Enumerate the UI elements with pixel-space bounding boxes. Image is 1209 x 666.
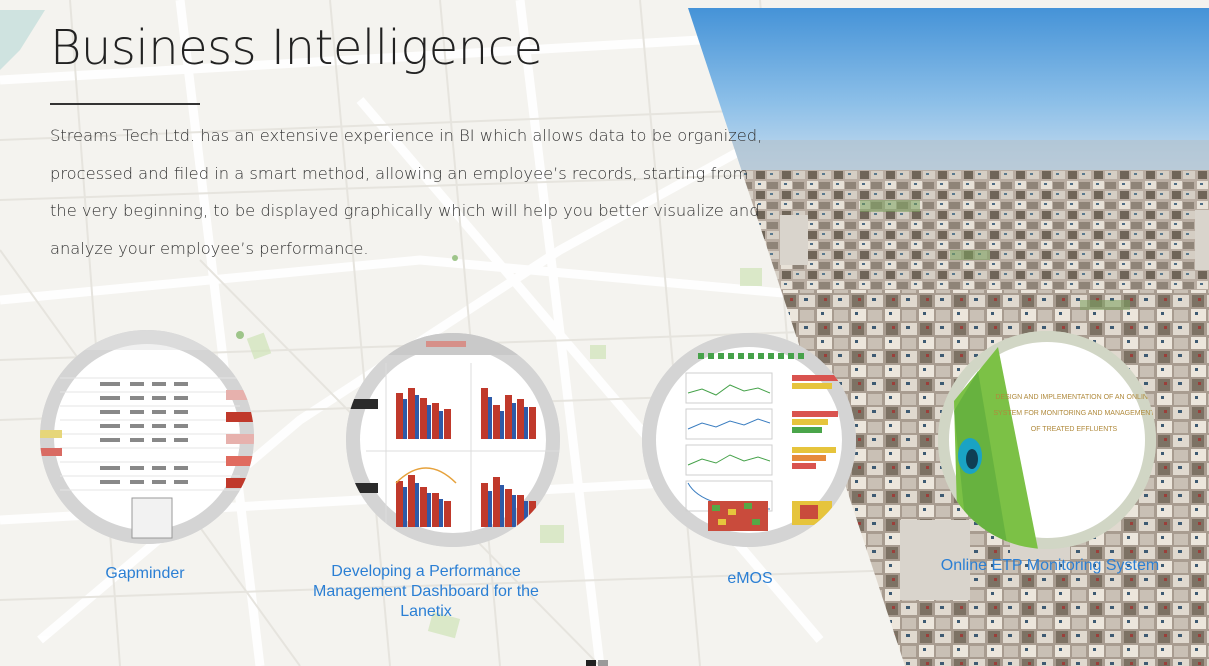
project-link-emos[interactable]: eMOS: [690, 569, 810, 589]
etp-monitoring-thumbnail[interactable]: DESIGN AND IMPLEMENTATION OF AN ONLINE S…: [938, 331, 1156, 549]
slider-pager-dot[interactable]: [598, 660, 608, 666]
svg-text:DESIGN AND IMPLEMENTATION OF A: DESIGN AND IMPLEMENTATION OF AN ONLINE: [995, 394, 1153, 401]
page-title: Business Intelligence: [50, 20, 543, 76]
section-description: Streams Tech Ltd. has an extensive exper…: [50, 126, 763, 258]
project-link-performance-dashboard[interactable]: Developing a Performance Management Dash…: [296, 562, 556, 622]
gapminder-thumbnail[interactable]: [40, 330, 254, 544]
slide-title-icon: DESIGN AND IMPLEMENTATION OF AN ONLINE S…: [938, 331, 1156, 549]
bar-chart-icon: [346, 333, 560, 547]
svg-text:SYSTEM FOR MONITORING AND MANA: SYSTEM FOR MONITORING AND MANAGEMENT: [993, 410, 1155, 417]
bi-section: Business Intelligence Streams Tech Ltd. …: [0, 0, 1209, 666]
emos-thumbnail[interactable]: [642, 333, 856, 547]
data-table-icon: [40, 330, 254, 544]
svg-text:OF TREATED EFFLUENTS: OF TREATED EFFLUENTS: [1031, 426, 1118, 433]
monitoring-dashboard-icon: [642, 333, 856, 547]
slider-pager-active[interactable]: [586, 660, 596, 666]
performance-dashboard-thumbnail[interactable]: [346, 333, 560, 547]
project-link-etp-monitoring[interactable]: Online ETP Monitoring System: [940, 556, 1160, 576]
title-underline: [50, 103, 200, 105]
project-link-gapminder[interactable]: Gapminder: [60, 564, 230, 584]
